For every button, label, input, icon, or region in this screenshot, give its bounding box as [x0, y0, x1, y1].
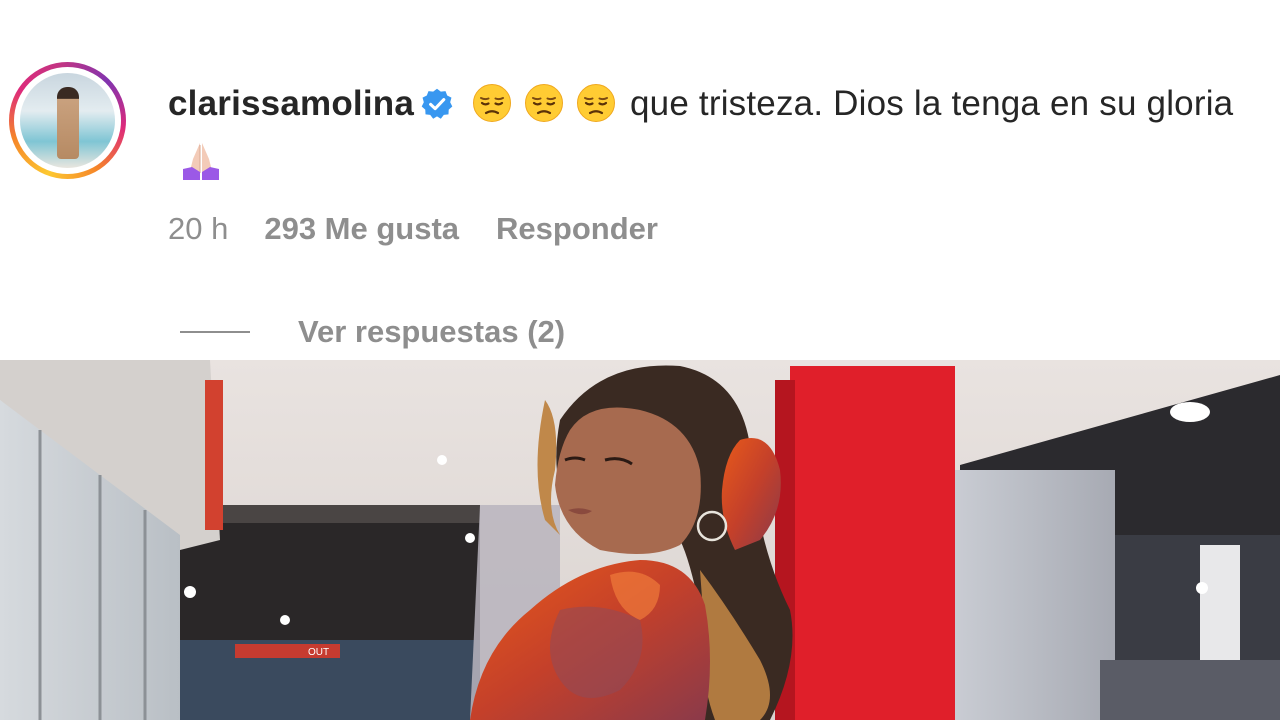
ceiling-light — [437, 455, 447, 465]
wrapped-column — [955, 470, 1115, 720]
username-link[interactable]: clarissamolina — [168, 84, 414, 123]
like-count-button[interactable]: 293 Me gusta — [264, 211, 459, 247]
replies-divider-line — [180, 331, 250, 333]
parking-lower — [1100, 660, 1280, 720]
view-replies-button[interactable]: Ver respuestas (2) — [180, 310, 565, 354]
view-replies-label: Ver respuestas (2) — [298, 314, 566, 349]
ceiling-beam — [180, 505, 480, 523]
reply-button[interactable]: Responder — [496, 211, 658, 247]
comment-meta: 20 h 293 Me gusta Responder — [168, 207, 658, 251]
verified-badge-icon — [421, 88, 453, 119]
comment-timestamp[interactable]: 20 h — [168, 211, 228, 247]
ceiling-light — [1170, 402, 1210, 422]
avatar-figure — [57, 87, 79, 159]
avatar[interactable] — [9, 62, 126, 179]
ceiling-light — [280, 615, 290, 625]
comment-text: que tristeza. Dios la tenga en su gloria — [630, 84, 1234, 123]
post-photo: OUT — [0, 360, 1280, 720]
comment: clarissamolina que tristeza. Dios la ten… — [0, 0, 1280, 360]
pensive-face-icon — [473, 84, 511, 122]
screenshot-page: clarissamolina que tristeza. Dios la ten… — [0, 0, 1280, 720]
pensive-face-icon — [577, 84, 615, 122]
post-photo-illustration: OUT — [0, 360, 1280, 720]
avatar-photo — [20, 73, 115, 168]
left-red-trim — [205, 380, 223, 530]
ceiling-light — [184, 586, 196, 598]
comment-body: clarissamolina que tristeza. Dios la ten… — [168, 76, 1258, 188]
exit-sign-text: OUT — [308, 647, 329, 658]
pensive-face-icon — [525, 84, 563, 122]
red-column — [790, 366, 955, 720]
folded-hands-icon — [183, 143, 219, 180]
avatar-border — [14, 67, 121, 174]
ceiling-light — [465, 533, 475, 543]
ceiling-light — [1196, 582, 1208, 594]
